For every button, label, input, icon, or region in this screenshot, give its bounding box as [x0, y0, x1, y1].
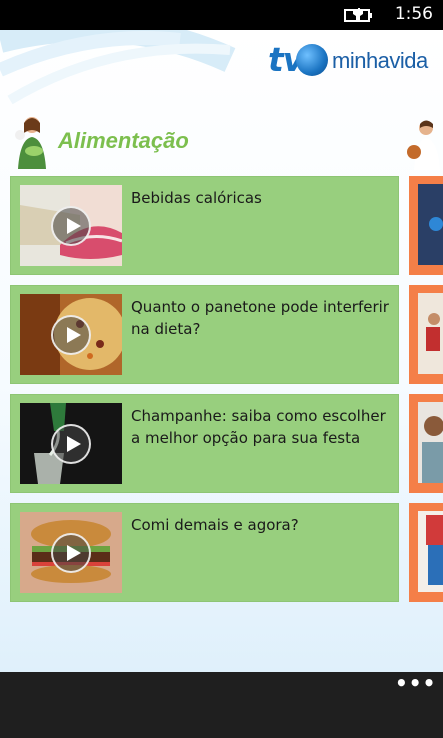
video-card[interactable]: Bebidas calóricas [10, 176, 399, 275]
next-section-thumbnail [418, 402, 443, 483]
status-bar: 1:56 [0, 0, 443, 30]
next-section-card[interactable] [409, 503, 443, 602]
video-thumbnail [20, 185, 122, 266]
application-bar: ••• [0, 672, 443, 738]
video-card[interactable]: Champanhe: saiba como escolher a melhor … [10, 394, 399, 493]
athlete-image [407, 120, 440, 170]
play-icon[interactable] [51, 424, 91, 464]
video-card[interactable]: Quanto o panetone pode interferir na die… [10, 285, 399, 384]
video-thumbnail [20, 403, 122, 484]
panorama-content[interactable]: tv minhavida Alimentação Bebidas calóric [0, 30, 443, 672]
next-section-thumbnail [418, 293, 443, 374]
section-title: Alimentação [58, 128, 189, 153]
play-icon[interactable] [51, 206, 91, 246]
tv-minhavida-logo: tv minhavida [268, 40, 436, 82]
video-title: Champanhe: saiba como escolher a melhor … [131, 407, 386, 447]
next-section-card[interactable] [409, 176, 443, 275]
globe-icon [296, 44, 328, 76]
clock: 1:56 [394, 4, 433, 24]
video-thumbnail [20, 294, 122, 375]
video-title: Quanto o panetone pode interferir na die… [131, 298, 389, 338]
play-icon[interactable] [51, 533, 91, 573]
battery-charging-icon [344, 8, 372, 22]
video-title: Bebidas calóricas [131, 189, 262, 207]
next-section-card[interactable] [409, 285, 443, 384]
next-section-thumbnail [418, 184, 443, 265]
video-card[interactable]: Comi demais e agora? [10, 503, 399, 602]
more-options-button[interactable]: ••• [395, 673, 435, 694]
next-section-card[interactable] [409, 394, 443, 493]
video-title: Comi demais e agora? [131, 516, 299, 534]
video-thumbnail [20, 512, 122, 593]
next-section-thumbnail [418, 511, 443, 592]
logo-text: minhavida [332, 48, 428, 73]
play-icon[interactable] [51, 315, 91, 355]
woman-eating-salad-image [15, 117, 46, 169]
